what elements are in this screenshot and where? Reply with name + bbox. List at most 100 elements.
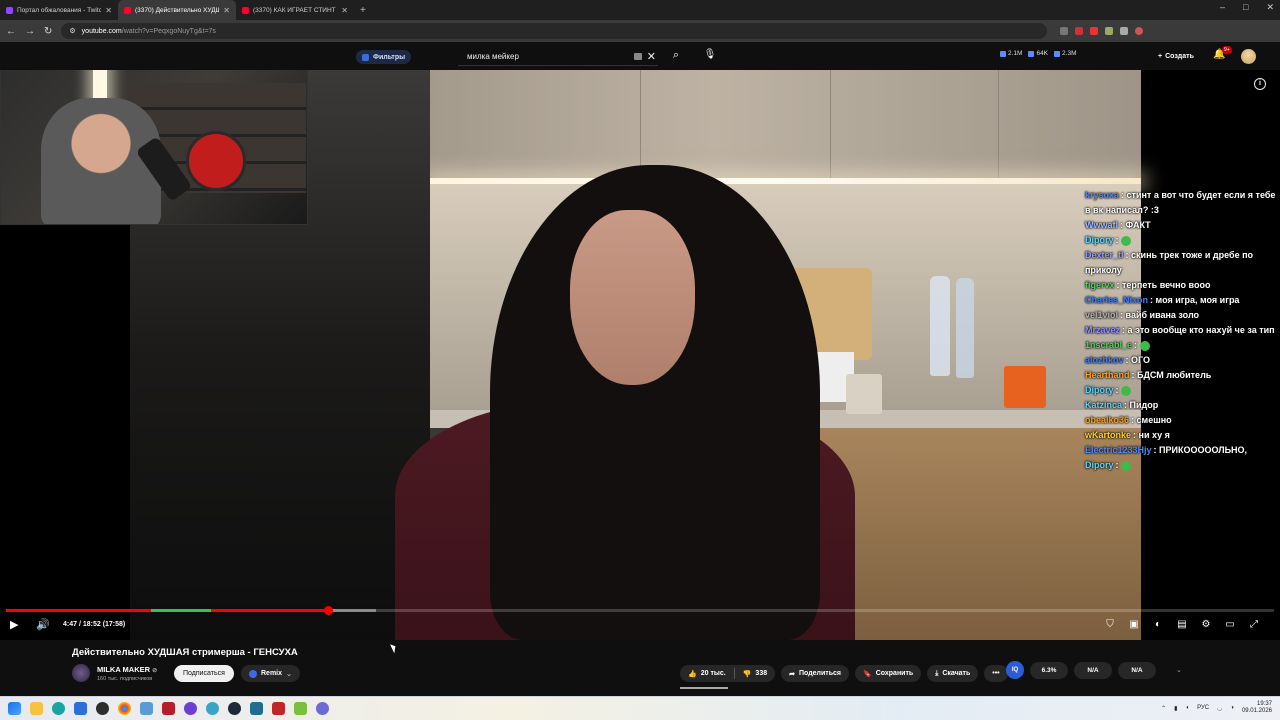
- app-icon[interactable]: [272, 702, 285, 715]
- microphone-icon[interactable]: 🎙: [702, 49, 718, 65]
- chat-username[interactable]: Dipory: [1085, 460, 1114, 470]
- download-button[interactable]: ⤓ Скачать: [927, 665, 979, 682]
- more-actions-button[interactable]: •••: [984, 665, 1008, 682]
- video-info: Действительно ХУДШАЯ стримерша - ГЕНСУХА…: [0, 640, 1280, 696]
- progress-bar[interactable]: [6, 606, 1274, 615]
- start-icon[interactable]: [8, 702, 21, 715]
- filters-button[interactable]: Фильтры: [356, 50, 412, 64]
- keyboard-icon[interactable]: [634, 53, 642, 60]
- browser-tab[interactable]: (3370) Действительно ХУДШ ✕: [118, 0, 236, 20]
- extension-icon[interactable]: [1105, 27, 1114, 35]
- close-tab-icon[interactable]: ✕: [341, 6, 348, 15]
- chat-username[interactable]: Dipory: [1085, 385, 1114, 395]
- browser-tab[interactable]: (3370) КАК ИГРАЕТ СТИНТ НА ✕: [236, 0, 354, 20]
- subscribe-button[interactable]: Подписаться: [174, 665, 234, 682]
- browser-tab[interactable]: Портал обжалования - Twitch ✕: [0, 0, 118, 20]
- maximize-icon[interactable]: □: [1243, 2, 1248, 13]
- app-icon[interactable]: [162, 702, 175, 715]
- info-icon[interactable]: i: [1254, 78, 1266, 90]
- chat-username[interactable]: wKartonke: [1085, 430, 1131, 440]
- extension-icon[interactable]: [1060, 27, 1069, 35]
- remix-button[interactable]: Remix ⌄: [241, 665, 300, 682]
- stat-chip: 64K: [1028, 50, 1048, 57]
- back-icon[interactable]: ←: [6, 26, 16, 37]
- app-icon[interactable]: [140, 702, 153, 715]
- chat-username[interactable]: 1nscrabl_e: [1085, 340, 1132, 350]
- play-icon[interactable]: ▶: [10, 618, 18, 631]
- app-icon[interactable]: [250, 702, 263, 715]
- chat-username[interactable]: Mrzavez: [1085, 325, 1120, 335]
- network-icon[interactable]: ▮: [1174, 705, 1177, 712]
- chat-username[interactable]: Hearthand: [1085, 370, 1130, 380]
- autoplay-toggle[interactable]: ◐: [1152, 619, 1164, 630]
- app-icon[interactable]: [206, 702, 219, 715]
- extension-icon[interactable]: [1075, 27, 1084, 35]
- like-ratio-bar: [680, 687, 728, 689]
- video-player[interactable]: i krysuxa: стинт а вот что будет если я …: [0, 70, 1280, 640]
- extension-logo[interactable]: IQ: [1006, 661, 1024, 679]
- search-input[interactable]: милка мейкер ✕: [458, 48, 658, 66]
- chat-username[interactable]: vel1viol: [1085, 310, 1118, 320]
- extension-panel: IQ 6.3% N/A N/A ⌄: [1006, 661, 1182, 679]
- url-field[interactable]: ⚙ youtube.com/watch?v=PeqxgoNuyTg&t=7s: [61, 23, 1048, 39]
- subtitles-icon[interactable]: ▤: [1176, 619, 1188, 630]
- chat-text: моя игра, моя игра: [1155, 295, 1240, 305]
- new-tab-button[interactable]: +: [354, 5, 372, 16]
- steam-icon[interactable]: [228, 702, 241, 715]
- wifi-icon[interactable]: ◡: [1217, 705, 1222, 712]
- chat-username[interactable]: krysuxa: [1085, 190, 1119, 200]
- edge-icon[interactable]: [52, 702, 65, 715]
- app-icon[interactable]: [96, 702, 109, 715]
- clear-search-icon[interactable]: ✕: [647, 50, 656, 63]
- channel-name[interactable]: MILKA MAKER ⊘: [97, 665, 157, 674]
- chat-username[interactable]: Dipory: [1085, 235, 1114, 245]
- chat-username[interactable]: alozhkov: [1085, 355, 1124, 365]
- channel-avatar[interactable]: [72, 664, 90, 682]
- downloads-icon[interactable]: [1120, 27, 1129, 35]
- chat-message: Mrzavez: а это вообще кто нахуй че за ти…: [1085, 325, 1275, 335]
- miniplayer-icon[interactable]: ▣: [1128, 619, 1140, 630]
- stats-widget: 2.1M 64K 2.3M: [1000, 50, 1076, 57]
- save-button[interactable]: 🔖 Сохранить: [855, 665, 922, 682]
- chat-username[interactable]: figervx: [1085, 280, 1115, 290]
- volume-icon[interactable]: 🔊: [36, 618, 50, 631]
- chevron-up-icon[interactable]: ⌃: [1161, 705, 1166, 712]
- close-tab-icon[interactable]: ✕: [105, 6, 112, 15]
- progress-handle[interactable]: [324, 606, 334, 615]
- close-tab-icon[interactable]: ✕: [223, 6, 230, 15]
- explorer-icon[interactable]: [30, 702, 43, 715]
- chat-username[interactable]: Dexter_tl: [1085, 250, 1124, 260]
- account-avatar[interactable]: [1241, 49, 1256, 64]
- chevron-down-icon[interactable]: ⌄: [1176, 666, 1182, 674]
- app-icon[interactable]: [184, 702, 197, 715]
- forward-icon[interactable]: →: [25, 26, 35, 37]
- settings-gear-icon[interactable]: ⚙: [1200, 619, 1212, 630]
- chat-username[interactable]: obealko36: [1085, 415, 1129, 425]
- minimize-icon[interactable]: –: [1220, 2, 1225, 13]
- close-window-icon[interactable]: ✕: [1266, 2, 1274, 13]
- create-button[interactable]: + Создать: [1150, 49, 1202, 64]
- store-icon[interactable]: [74, 702, 87, 715]
- profile-icon[interactable]: [1135, 27, 1144, 35]
- dislike-button[interactable]: 👎 338: [735, 665, 775, 682]
- extension-icon[interactable]: [1090, 27, 1099, 35]
- site-info-icon[interactable]: ⚙: [69, 27, 75, 35]
- app-icon[interactable]: [316, 702, 329, 715]
- sponsorblock-icon[interactable]: ⛉: [1104, 619, 1116, 630]
- chat-username[interactable]: Wwwafl: [1085, 220, 1118, 230]
- reload-icon[interactable]: ↻: [44, 26, 52, 37]
- language-indicator[interactable]: РУС: [1197, 705, 1209, 711]
- clock[interactable]: 19:37 09.01.2026: [1242, 701, 1272, 715]
- chat-username[interactable]: Katzinca: [1085, 400, 1122, 410]
- chat-username[interactable]: Charles_Nixon: [1085, 295, 1148, 305]
- search-icon[interactable]: ⌕: [668, 49, 684, 65]
- share-button[interactable]: ➦ Поделиться: [781, 665, 849, 682]
- chrome-icon[interactable]: [118, 702, 131, 715]
- chat-username[interactable]: Electric1233Hjy: [1085, 445, 1152, 455]
- like-button[interactable]: 👍 20 тыс.: [680, 665, 734, 682]
- sound-icon[interactable]: ◑: [1230, 705, 1234, 711]
- volume-tray-icon[interactable]: ◖: [1185, 705, 1189, 711]
- app-icon[interactable]: [294, 702, 307, 715]
- theater-mode-icon[interactable]: ▭: [1224, 619, 1236, 630]
- fullscreen-icon[interactable]: ⤢: [1248, 619, 1260, 630]
